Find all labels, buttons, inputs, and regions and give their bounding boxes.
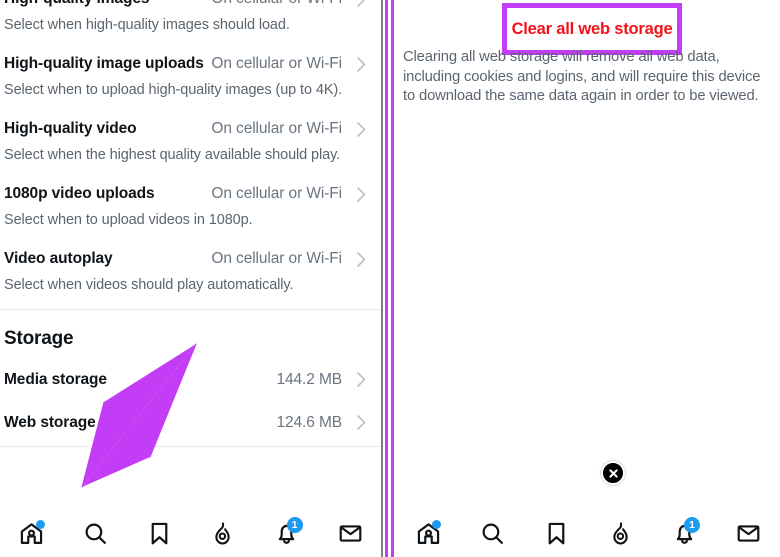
nav-badge-count: 1: [286, 517, 303, 533]
web-storage-panel-right: Clear all web storage Clearing all web s…: [396, 0, 780, 557]
nav-badge-dot: [432, 520, 441, 529]
setting-row-video-autoplay[interactable]: Video autoplay On cellular or Wi-Fi Sele…: [0, 242, 382, 309]
setting-description: Select when videos should play automatic…: [4, 277, 294, 293]
messages-icon: [736, 521, 761, 546]
setting-row-high-quality-video[interactable]: High-quality video On cellular or Wi-Fi …: [0, 112, 382, 177]
nav-item-bookmarks[interactable]: [127, 510, 191, 557]
setting-title: High-quality image uploads: [4, 55, 204, 72]
messages-icon: [338, 521, 363, 546]
setting-description: Select when to upload high-quality image…: [4, 82, 343, 98]
storage-value: 124.6 MB: [276, 413, 342, 431]
chevron-right-icon: [352, 415, 370, 430]
setting-title: High-quality video: [4, 120, 137, 137]
list-bottom-divider: [0, 446, 382, 447]
storage-title: Web storage: [4, 413, 96, 431]
setting-value: On cellular or Wi-Fi: [211, 55, 342, 72]
storage-section-heading: Storage: [4, 328, 74, 349]
nav-item-trending[interactable]: [588, 510, 652, 557]
storage-title: Media storage: [4, 370, 107, 388]
nav-item-notifications[interactable]: 1: [255, 510, 319, 557]
setting-value: On cellular or Wi-Fi: [211, 0, 342, 8]
setting-row-high-quality-images[interactable]: High-quality images On cellular or Wi-Fi…: [0, 0, 382, 47]
nav-badge-dot: [35, 520, 45, 529]
storage-row-web-storage[interactable]: Web storage 124.6 MB: [0, 401, 382, 444]
panel-separator-gray: [381, 0, 383, 557]
setting-row-header: 1080p video uploads On cellular or Wi-Fi: [4, 177, 370, 211]
setting-value: On cellular or Wi-Fi: [211, 185, 342, 202]
panel-separator-purple-left: [385, 0, 388, 557]
chevron-right-icon: [352, 56, 370, 72]
setting-description: Select when the highest quality availabl…: [4, 147, 341, 163]
nav-item-trending[interactable]: [191, 510, 255, 557]
storage-value: 144.2 MB: [276, 370, 342, 388]
nav-item-messages[interactable]: [716, 510, 780, 557]
storage-row-media-storage[interactable]: Media storage 144.2 MB: [0, 358, 382, 401]
settings-panel-left: High-quality images On cellular or Wi-Fi…: [0, 0, 382, 557]
chevron-right-icon: [352, 372, 370, 387]
setting-description: Select when high-quality images should l…: [4, 17, 290, 33]
search-icon: [480, 521, 505, 546]
bottom-nav-left: 1: [0, 510, 382, 557]
close-circle-icon[interactable]: [601, 461, 625, 485]
nav-badge-count: 1: [684, 517, 700, 533]
search-icon: [83, 521, 108, 546]
setting-title: High-quality images: [4, 0, 149, 8]
clear-all-web-storage-label: Clear all web storage: [511, 19, 673, 38]
nav-item-home[interactable]: [0, 510, 64, 557]
setting-row-header: High-quality image uploads On cellular o…: [4, 47, 370, 81]
clear-storage-description: Clearing all web storage will remove all…: [403, 49, 761, 104]
bookmark-icon: [147, 521, 172, 546]
screenshot-root: High-quality images On cellular or Wi-Fi…: [0, 0, 780, 557]
setting-row-high-quality-image-uploads[interactable]: High-quality image uploads On cellular o…: [0, 47, 382, 112]
bottom-nav-right: 1: [396, 510, 780, 557]
panel-separator-purple-right: [391, 0, 394, 557]
nav-item-search[interactable]: [460, 510, 524, 557]
setting-description: Select when to upload videos in 1080p.: [4, 212, 253, 228]
setting-title: Video autoplay: [4, 250, 113, 267]
setting-row-header: Video autoplay On cellular or Wi-Fi: [4, 242, 370, 276]
nav-item-notifications[interactable]: 1: [652, 510, 716, 557]
nav-item-messages[interactable]: [318, 510, 382, 557]
chevron-right-icon: [352, 251, 370, 267]
settings-list: High-quality images On cellular or Wi-Fi…: [0, 0, 382, 447]
chevron-right-icon: [352, 186, 370, 202]
flame-icon: [210, 521, 235, 546]
nav-item-search[interactable]: [64, 510, 128, 557]
setting-value: On cellular or Wi-Fi: [211, 250, 342, 267]
setting-title: 1080p video uploads: [4, 185, 155, 202]
chevron-right-icon: [352, 121, 370, 137]
setting-row-header: High-quality video On cellular or Wi-Fi: [4, 112, 370, 146]
nav-item-home[interactable]: [396, 510, 460, 557]
setting-row-header: High-quality images On cellular or Wi-Fi: [4, 0, 370, 16]
flame-icon: [608, 521, 633, 546]
setting-value: On cellular or Wi-Fi: [211, 120, 342, 137]
nav-item-bookmarks[interactable]: [524, 510, 588, 557]
bookmark-icon: [544, 521, 569, 546]
setting-row-1080p-video-uploads[interactable]: 1080p video uploads On cellular or Wi-Fi…: [0, 177, 382, 242]
chevron-right-icon: [352, 0, 370, 7]
